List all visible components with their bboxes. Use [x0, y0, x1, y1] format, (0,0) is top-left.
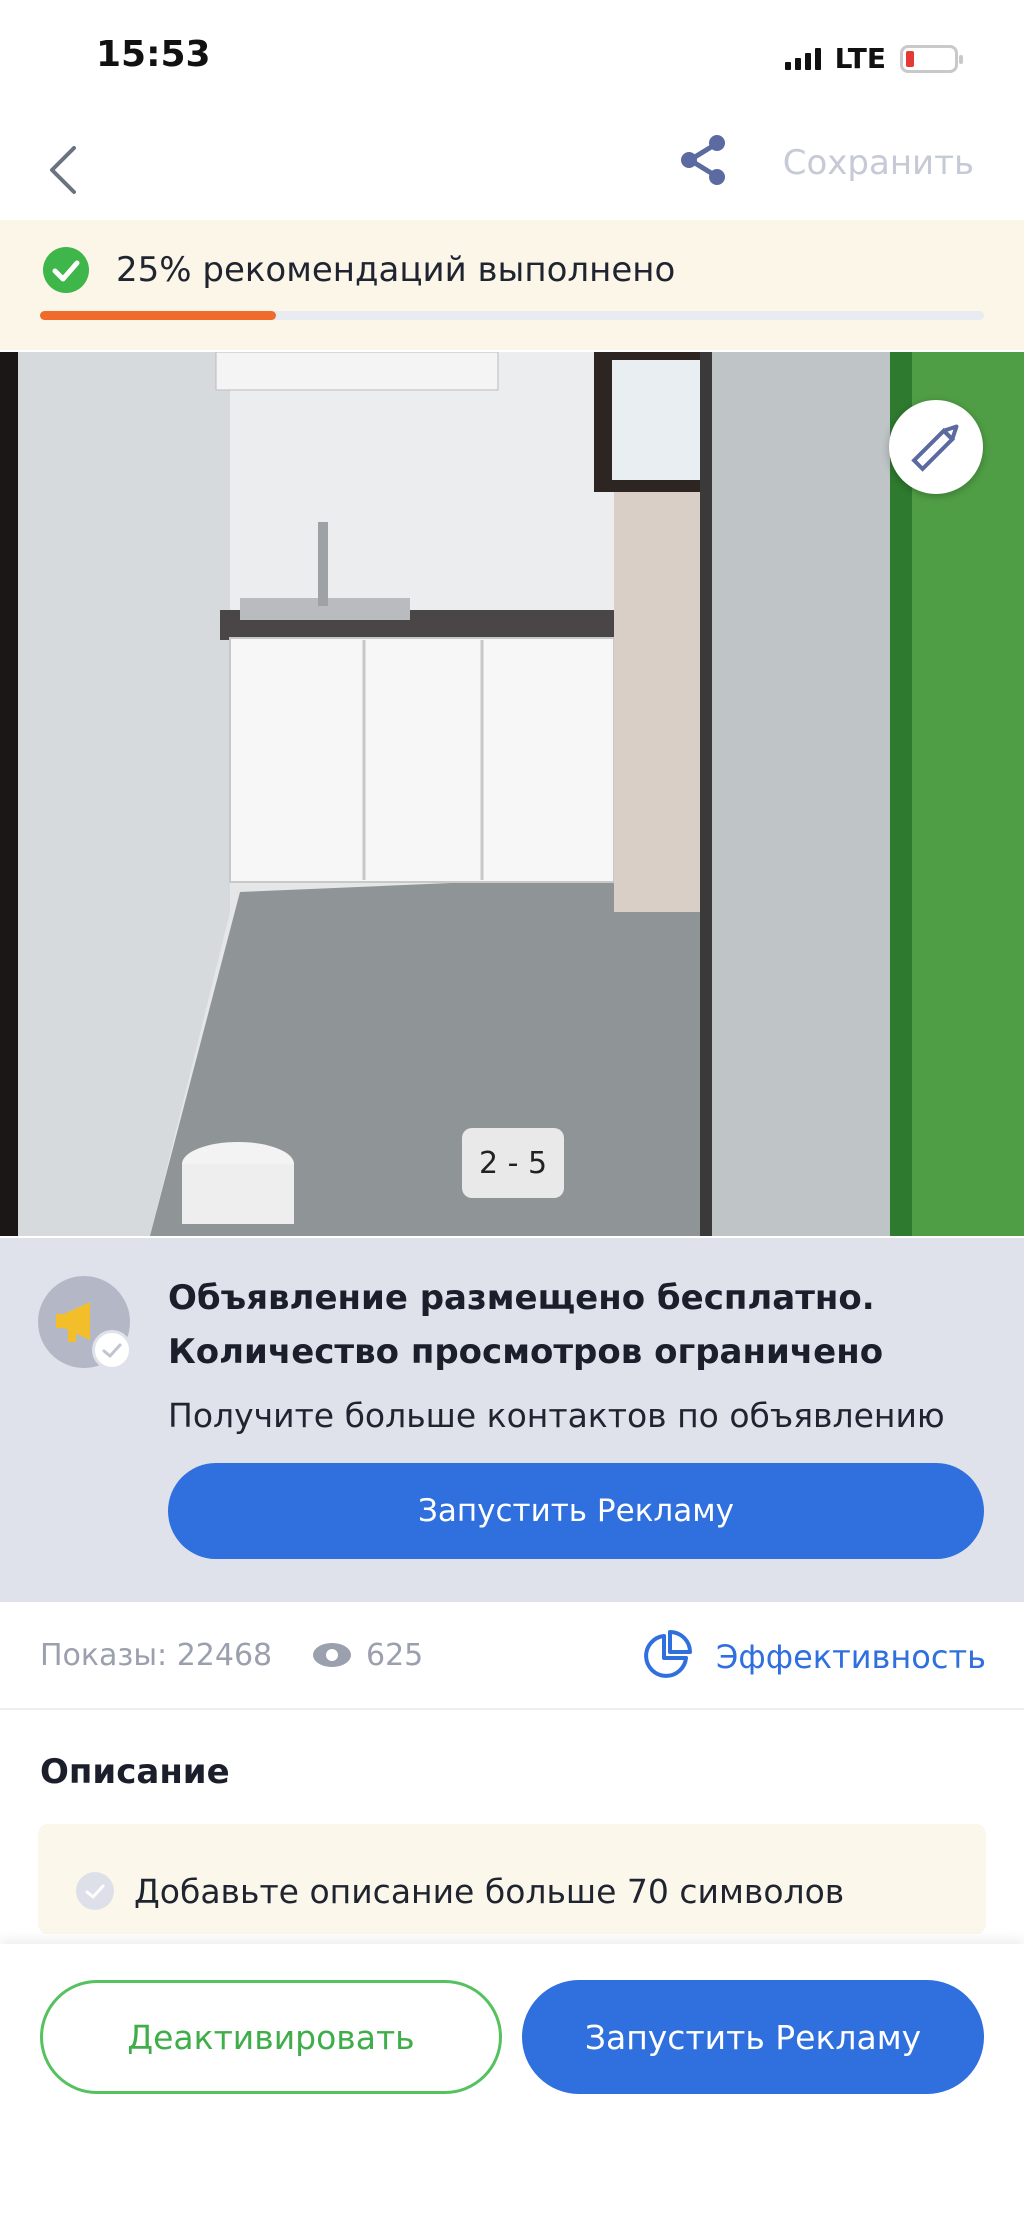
status-time: 15:53 — [96, 34, 211, 75]
check-icon — [76, 1872, 114, 1910]
save-button[interactable]: Сохранить — [783, 143, 974, 183]
photo-counter: 2 - 5 — [462, 1128, 564, 1198]
run-ad-button[interactable]: Запустить Рекламу — [522, 1980, 984, 2094]
eye-icon — [312, 1640, 352, 1670]
check-circle-icon — [42, 246, 90, 294]
photo-image — [0, 352, 1024, 1236]
deactivate-button[interactable]: Деактивировать — [40, 1980, 502, 2094]
progress-fill — [40, 311, 276, 320]
check-icon — [92, 1330, 132, 1370]
share-icon — [681, 135, 725, 185]
recommendations-progress-text: 25% рекомендаций выполнено — [116, 250, 676, 290]
back-button[interactable] — [38, 138, 98, 202]
status-bar: 15:53 LTE — [0, 0, 1024, 120]
pencil-icon — [911, 424, 959, 472]
promo-run-ad-button[interactable]: Запустить Рекламу — [168, 1463, 984, 1559]
back-chevron-icon — [50, 146, 76, 194]
efficiency-link[interactable]: Эффективность — [716, 1638, 986, 1676]
battery-icon — [900, 44, 963, 73]
impressions-count: Показы: 22468 — [40, 1638, 273, 1673]
status-indicators: LTE — [784, 42, 963, 75]
network-type: LTE — [834, 42, 886, 75]
edit-photo-button[interactable] — [889, 400, 983, 494]
signal-icon — [784, 47, 821, 70]
share-button[interactable] — [676, 132, 732, 188]
pie-chart-icon[interactable] — [640, 1630, 692, 1682]
listing-photo[interactable] — [0, 352, 1024, 1236]
recommendations-progress-bar — [40, 311, 984, 320]
description-hint-text: Добавьте описание больше 70 символов — [134, 1872, 845, 1911]
promo-subtitle: Получите больше контактов по объявлению — [168, 1396, 945, 1435]
views-count: 625 — [366, 1638, 424, 1673]
promo-title-line1: Объявление размещено бесплатно. — [168, 1278, 875, 1318]
promo-title-line2: Количество просмотров ограничено — [168, 1332, 884, 1372]
description-title: Описание — [40, 1752, 230, 1792]
